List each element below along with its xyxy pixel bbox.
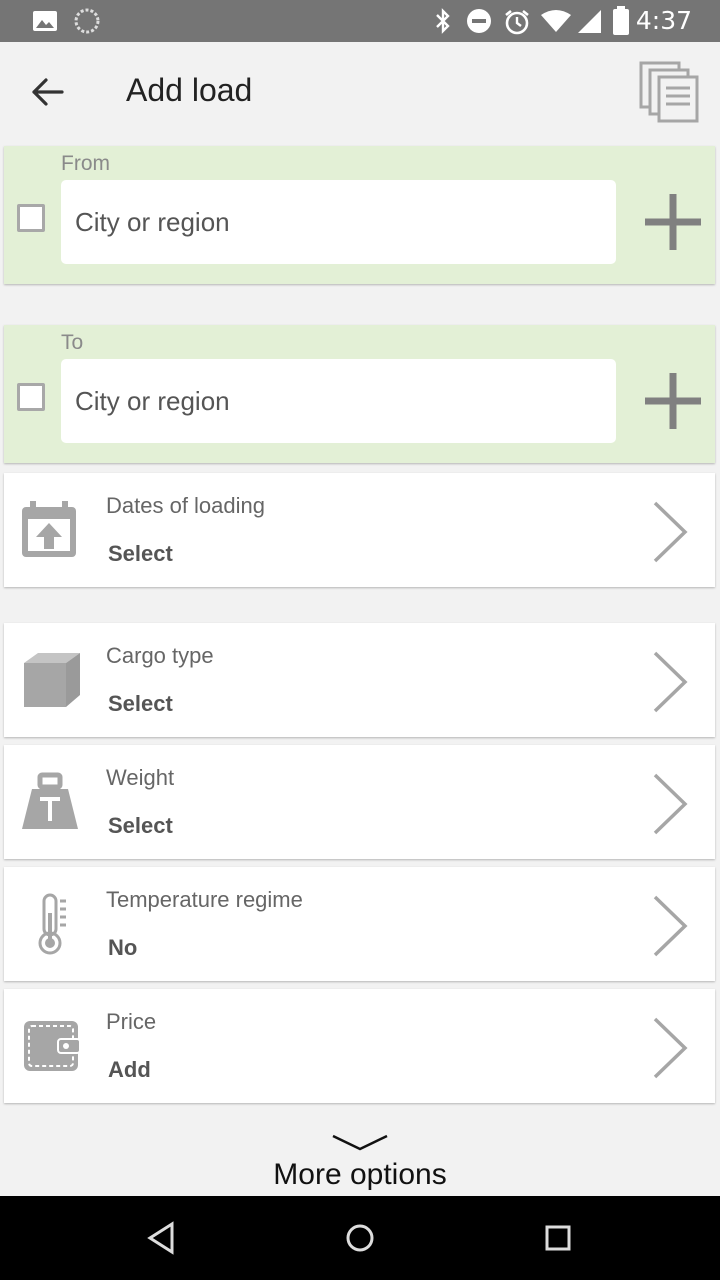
- arrow-left-icon: [32, 78, 64, 106]
- weight-value: Select: [108, 813, 173, 838]
- status-bar: 4:37: [0, 0, 720, 42]
- chevron-right-icon: [653, 1017, 688, 1079]
- page-title: Add load: [126, 72, 253, 108]
- to-label: To: [61, 331, 84, 354]
- chevron-right-icon: [653, 651, 688, 713]
- bluetooth-icon: [436, 8, 450, 34]
- app-bar: Add load: [0, 42, 720, 140]
- wallet-icon: [24, 1021, 81, 1071]
- cargo-type-value: Select: [108, 691, 173, 716]
- temperature-regime-row[interactable]: Temperature regime No: [4, 867, 715, 981]
- price-row[interactable]: Price Add: [4, 989, 715, 1103]
- cargo-type-row[interactable]: Cargo type Select: [4, 623, 715, 737]
- chevron-right-icon: [653, 773, 688, 835]
- to-city-input[interactable]: City or region: [61, 359, 616, 443]
- cargo-type-title: Cargo type: [106, 643, 214, 668]
- dates-of-loading-value: Select: [108, 541, 173, 566]
- nav-back-icon[interactable]: [142, 1218, 182, 1258]
- from-section: From City or region: [4, 146, 715, 284]
- from-label: From: [61, 152, 110, 175]
- dates-of-loading-title: Dates of loading: [106, 493, 265, 518]
- chevron-down-icon: [332, 1134, 388, 1151]
- from-city-placeholder: City or region: [75, 206, 230, 237]
- status-time: 4:37: [635, 6, 692, 35]
- weight-icon: [22, 772, 78, 829]
- chevron-right-icon: [653, 895, 688, 957]
- to-checkbox[interactable]: [17, 383, 45, 411]
- templates-button[interactable]: [638, 60, 702, 124]
- thermometer-icon: [38, 893, 66, 955]
- alarm-icon: [505, 9, 529, 35]
- sync-notification-icon: [74, 8, 100, 34]
- price-value: Add: [108, 1057, 151, 1082]
- nav-recents-icon[interactable]: [538, 1218, 578, 1258]
- copy-documents-icon: [639, 61, 699, 123]
- battery-icon: [613, 6, 629, 35]
- gallery-notification-icon: [33, 11, 57, 31]
- cellular-signal-icon: [578, 10, 601, 33]
- weight-title: Weight: [106, 765, 175, 790]
- calendar-upload-icon: [22, 501, 76, 557]
- to-section: To City or region: [4, 325, 715, 463]
- price-title: Price: [106, 1009, 157, 1034]
- weight-row[interactable]: Weight Select: [4, 745, 715, 859]
- do-not-disturb-icon: [467, 9, 491, 33]
- add-from-point-button[interactable]: [643, 192, 703, 252]
- wifi-icon: [541, 10, 571, 32]
- from-checkbox[interactable]: [17, 204, 45, 232]
- to-city-placeholder: City or region: [75, 385, 230, 416]
- add-to-point-button[interactable]: [643, 371, 703, 431]
- more-options-button[interactable]: More options: [0, 1128, 720, 1196]
- cargo-box-icon: [24, 653, 80, 707]
- temperature-regime-title: Temperature regime: [106, 887, 303, 912]
- more-options-label: More options: [273, 1158, 447, 1191]
- dates-of-loading-row[interactable]: Dates of loading Select: [4, 473, 715, 587]
- system-navigation-bar: [0, 1196, 720, 1280]
- temperature-regime-value: No: [108, 935, 138, 960]
- back-button[interactable]: [20, 66, 76, 118]
- from-city-input[interactable]: City or region: [61, 180, 616, 264]
- nav-home-icon[interactable]: [340, 1218, 380, 1258]
- chevron-right-icon: [653, 501, 688, 563]
